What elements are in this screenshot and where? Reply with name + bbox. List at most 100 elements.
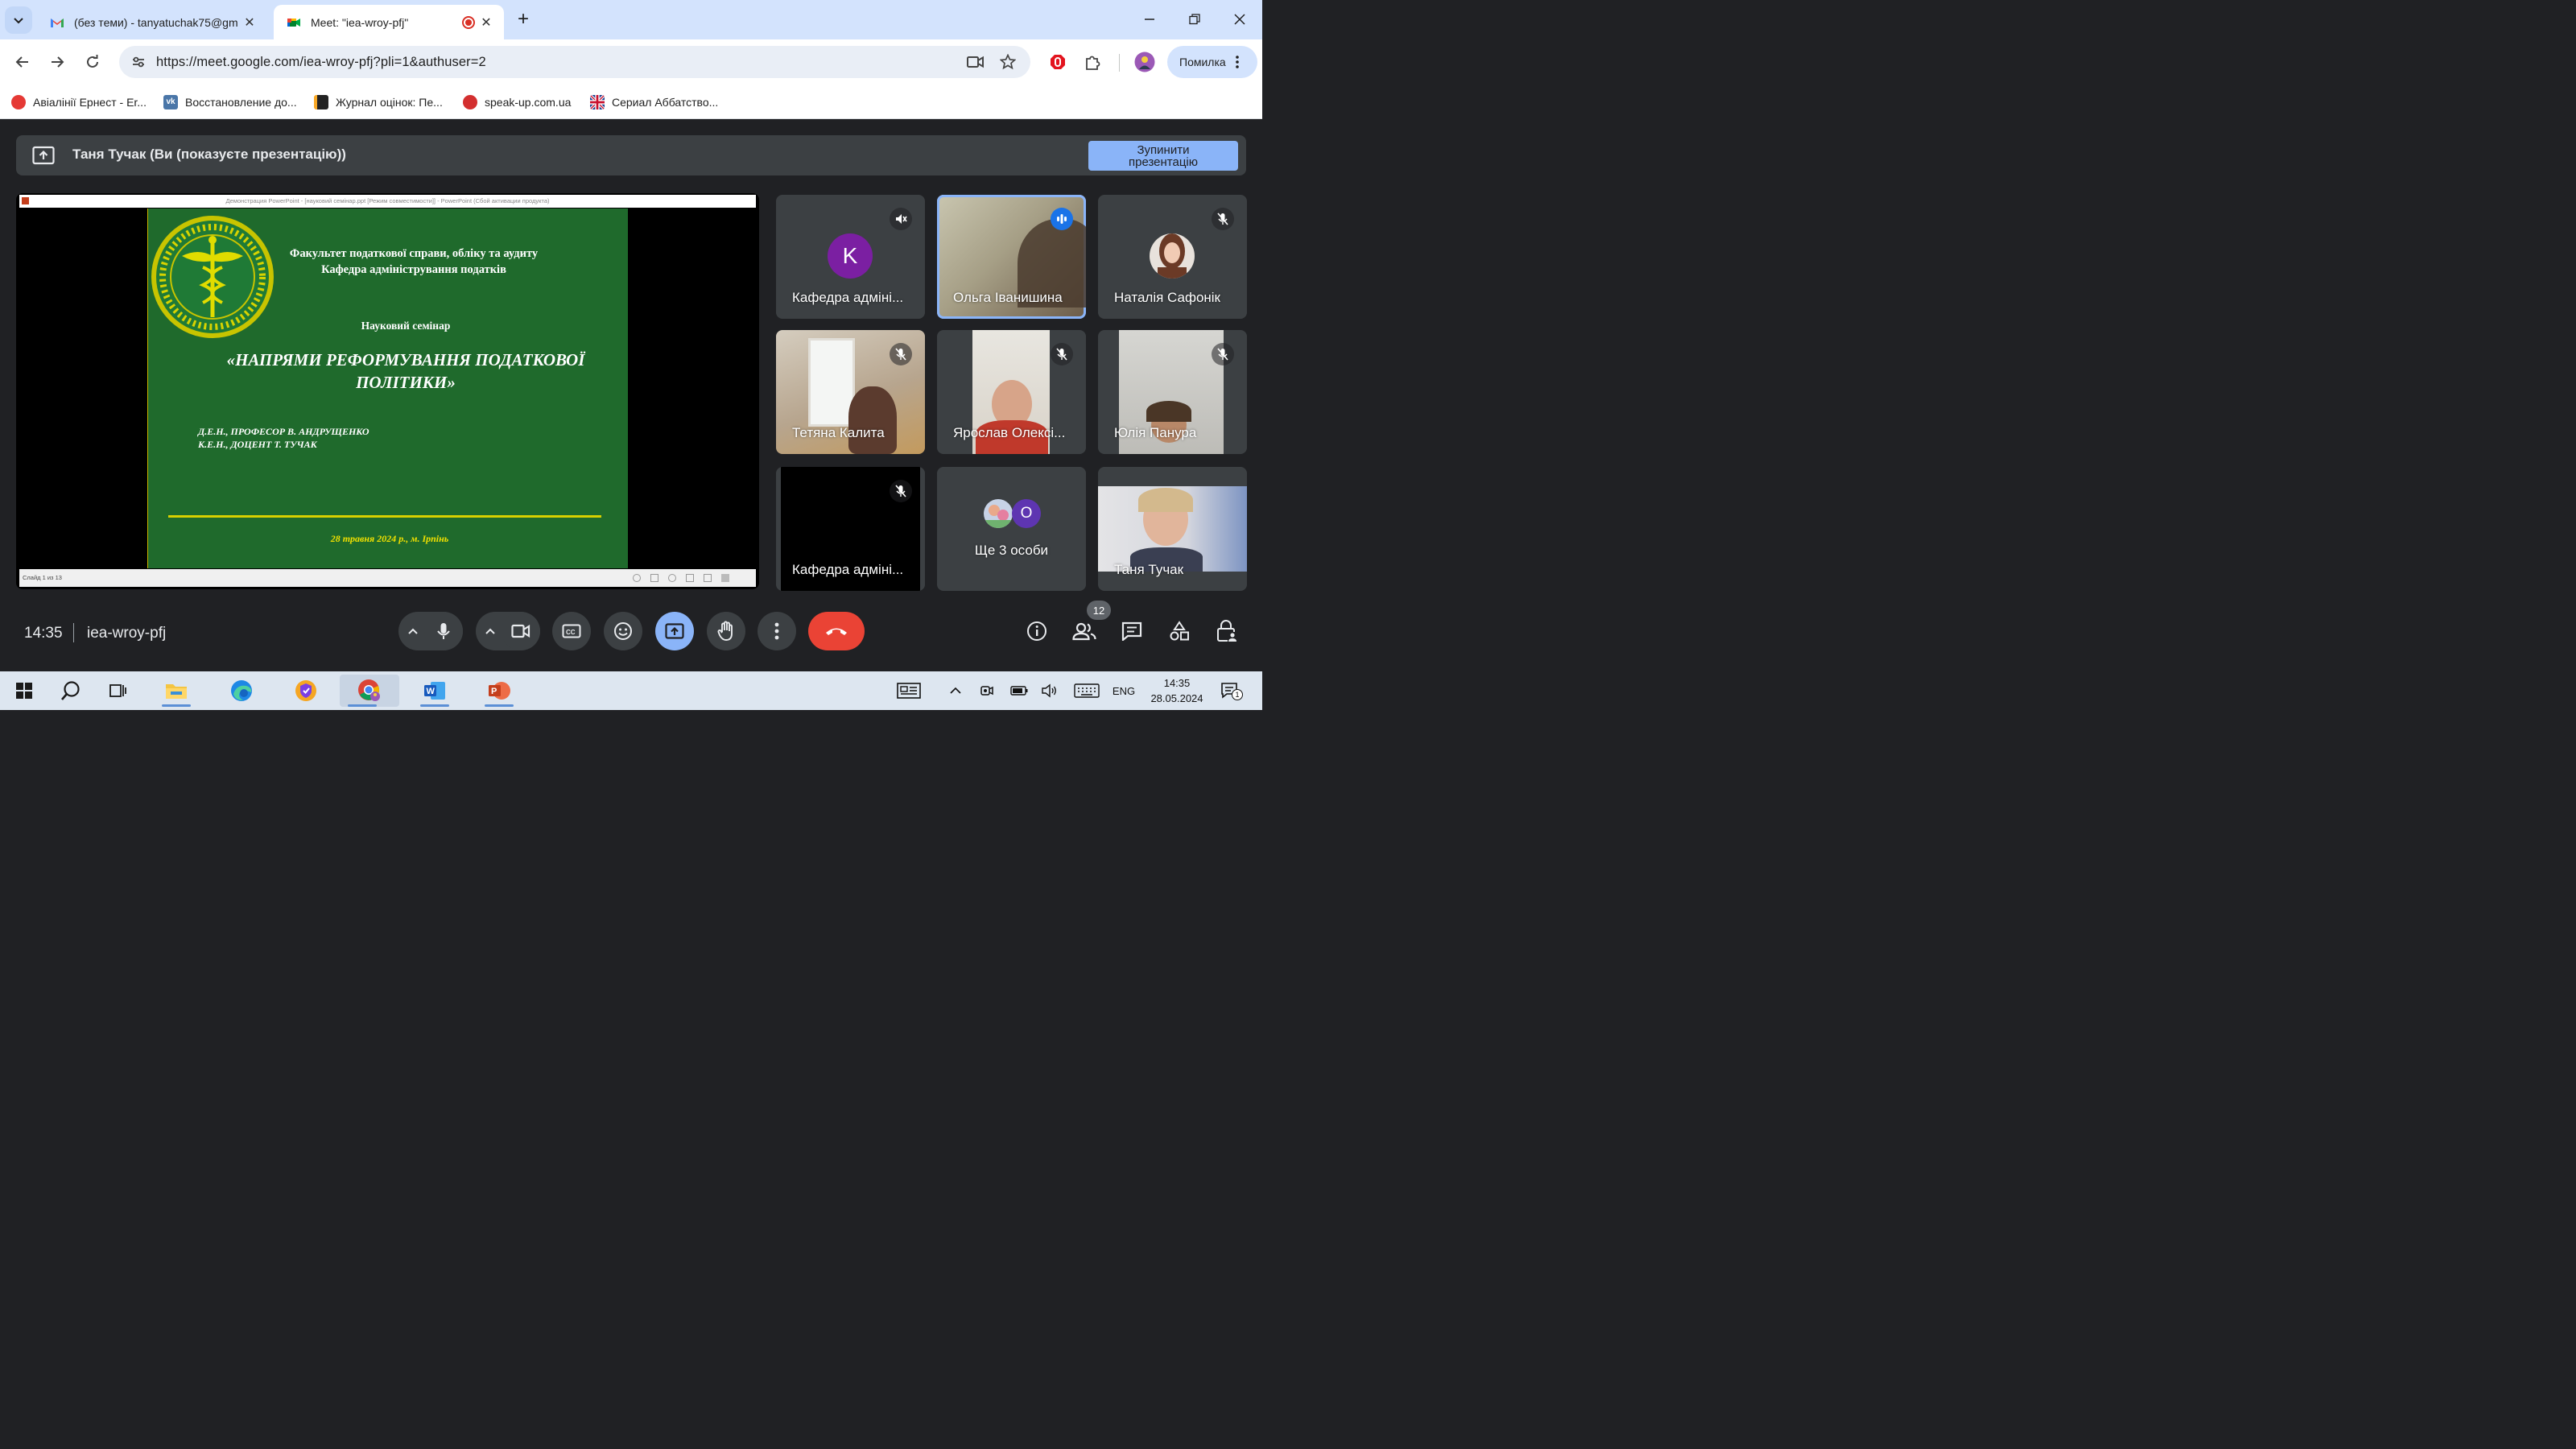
stop-presenting-button[interactable]: Зупинити презентацію [1088, 141, 1238, 171]
mic-control-group [398, 612, 463, 650]
tab-meet[interactable]: Meet: "iea-wroy-pfj" ✕ [274, 5, 504, 39]
activities-icon [1170, 621, 1189, 641]
news-widget-icon[interactable] [895, 681, 923, 700]
bookmarks-bar: Авіалінії Ернест - Er... vk Восстановлен… [0, 85, 1262, 119]
tab-search-button[interactable] [5, 6, 32, 34]
participant-name: Ярослав Олексі... [953, 425, 1066, 440]
presenting-banner: Таня Тучак (Ви (показуєте презентацію)) … [16, 135, 1246, 175]
present-to-all-icon [665, 623, 684, 639]
file-explorer-button[interactable] [154, 675, 199, 707]
self-tile[interactable]: Таня Тучак [1098, 467, 1247, 591]
bookmark-star-icon[interactable] [998, 52, 1018, 72]
reactions-button[interactable] [604, 612, 642, 650]
chrome-button[interactable] [340, 675, 399, 707]
participant-tile[interactable]: Тетяна Калита [776, 330, 925, 454]
close-tab-icon[interactable]: ✕ [242, 14, 258, 31]
arrow-left-icon [15, 56, 28, 68]
participants-count-badge: 12 [1087, 601, 1111, 620]
bookmark-favicon-icon [11, 95, 26, 109]
leave-call-button[interactable] [808, 612, 865, 650]
tab-gmail[interactable]: (без теми) - tanyatuchak75@gmail.com ✕ [37, 5, 267, 39]
address-bar[interactable]: https://meet.google.com/iea-wroy-pfj?pli… [119, 46, 1030, 78]
camera-privacy-icon[interactable] [977, 681, 997, 700]
toolbar-separator [1119, 54, 1120, 72]
others-tile[interactable]: О Ще 3 особи [937, 467, 1086, 591]
tab-title: (без теми) - tanyatuchak75@gmail.com [74, 15, 238, 29]
forward-button[interactable] [44, 49, 70, 75]
windows-taskbar: W P ENG 14:35 28.05.2024 1 [0, 671, 1262, 710]
sorter-view-icon[interactable] [704, 574, 712, 582]
host-controls-button[interactable] [1214, 618, 1240, 644]
new-tab-button[interactable]: + [512, 8, 535, 31]
restore-button[interactable] [1172, 5, 1217, 34]
camera-button[interactable] [502, 612, 540, 650]
speaking-indicator-icon [1051, 208, 1073, 230]
chevron-up-icon[interactable] [947, 681, 964, 700]
notification-center-button[interactable]: 1 [1219, 681, 1243, 700]
participant-tile[interactable]: Ярослав Олексі... [937, 330, 1086, 454]
powerpoint-title-text: Демонстрация PowerPoint - [науковий семі… [225, 197, 550, 204]
microphone-button[interactable] [424, 612, 463, 650]
minimize-icon [1145, 19, 1154, 20]
reload-icon [87, 55, 98, 68]
chat-button[interactable] [1119, 618, 1145, 644]
activities-button[interactable] [1166, 618, 1192, 644]
bookmark-item[interactable]: vk Восстановление до... [163, 92, 297, 113]
bookmark-item[interactable]: speak-up.com.ua [463, 92, 571, 113]
system-clock[interactable]: 14:35 28.05.2024 [1143, 675, 1211, 706]
powerpoint-button[interactable]: P [477, 675, 522, 707]
bookmark-item[interactable]: Авіалінії Ернест - Er... [11, 92, 147, 113]
minimize-button[interactable] [1127, 5, 1172, 34]
participant-tile[interactable]: Кафедра адміні... [776, 467, 925, 591]
task-view-button[interactable] [95, 675, 140, 707]
meet-window: Таня Тучак (Ви (показуєте презентацію)) … [0, 119, 1262, 671]
participant-tile-speaking[interactable]: Ольга Іванишина [937, 195, 1086, 319]
input-language-indicator[interactable]: ENG [1108, 681, 1140, 700]
participant-tile[interactable]: K Кафедра адміні... [776, 195, 925, 319]
mic-off-icon [1212, 343, 1234, 365]
people-button[interactable] [1071, 618, 1097, 644]
raise-hand-button[interactable] [707, 612, 745, 650]
present-screen-button[interactable] [655, 612, 694, 650]
back-button[interactable] [10, 49, 35, 75]
site-settings-icon[interactable] [129, 52, 148, 72]
bookmark-item[interactable]: Сериал Аббатство... [590, 92, 718, 113]
word-button[interactable]: W [412, 675, 457, 707]
battery-icon[interactable] [1009, 681, 1029, 700]
profile-error-button[interactable]: Помилка [1167, 46, 1257, 78]
windows-logo-icon [16, 683, 32, 699]
menu-icon[interactable] [650, 574, 658, 582]
close-tab-icon[interactable]: ✕ [478, 14, 494, 31]
captions-button[interactable]: CC [552, 612, 591, 650]
normal-view-icon[interactable] [686, 574, 694, 582]
volume-icon[interactable] [1040, 681, 1059, 700]
extensions-puzzle-icon[interactable] [1082, 51, 1104, 73]
more-options-button[interactable] [758, 612, 796, 650]
reload-button[interactable] [80, 49, 105, 75]
close-icon [1234, 14, 1245, 25]
next-slide-icon[interactable] [668, 574, 676, 582]
prev-slide-icon[interactable] [633, 574, 641, 582]
camera-in-use-icon[interactable] [966, 52, 985, 72]
touch-keyboard-icon[interactable] [1072, 681, 1101, 700]
edge-button[interactable] [219, 675, 264, 707]
call-end-icon [826, 628, 847, 635]
start-button[interactable] [2, 675, 47, 707]
search-button[interactable] [48, 675, 93, 707]
reading-view-icon[interactable] [721, 574, 729, 582]
profile-avatar[interactable] [1133, 51, 1156, 73]
video-options-button[interactable] [484, 625, 497, 642]
close-window-button[interactable] [1217, 5, 1262, 34]
vk-icon: vk [163, 95, 178, 109]
controls-separator [73, 623, 74, 642]
task-view-icon [109, 684, 126, 697]
chevron-down-icon [14, 18, 23, 24]
participant-tile[interactable]: Наталія Сафонік [1098, 195, 1247, 319]
meeting-details-button[interactable] [1024, 618, 1050, 644]
audio-options-button[interactable] [407, 625, 419, 642]
bookmark-item[interactable]: Журнал оцінок: Пе... [314, 92, 443, 113]
vpn-app-button[interactable] [283, 675, 328, 707]
opera-extension-icon[interactable] [1046, 51, 1069, 73]
lock-person-icon [1217, 620, 1236, 642]
participant-tile[interactable]: Юлія Панура [1098, 330, 1247, 454]
